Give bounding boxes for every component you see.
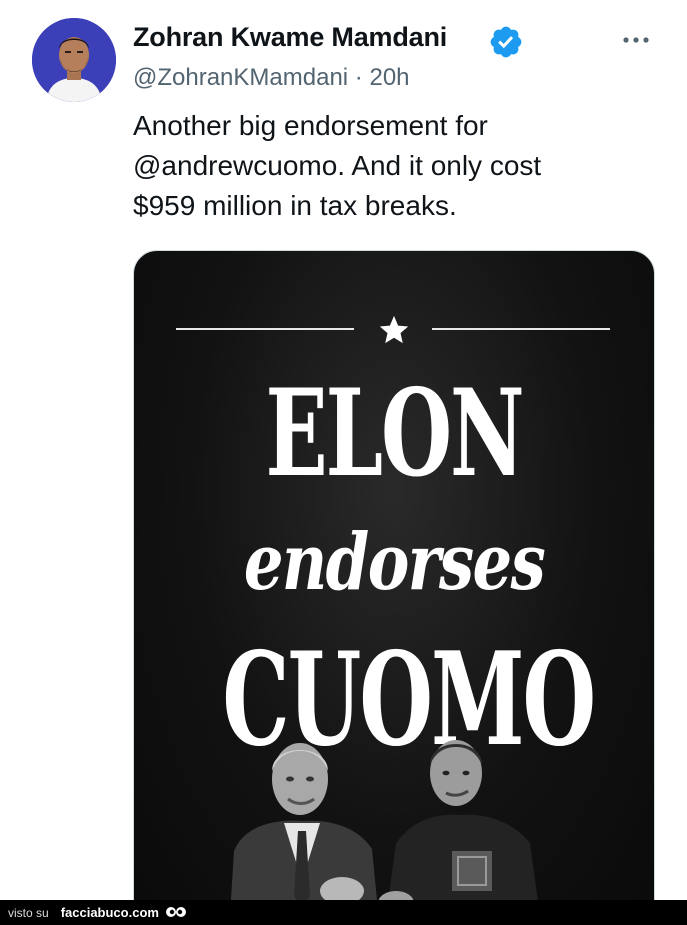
display-name[interactable]: Zohran Kwame Mamdani — [133, 22, 447, 53]
avatar[interactable] — [32, 18, 116, 102]
star-icon — [379, 315, 409, 344]
eyes-logo-icon — [165, 906, 186, 917]
photo-two-men — [229, 740, 542, 925]
more-options-icon[interactable] — [620, 28, 652, 52]
separator: · — [354, 64, 363, 91]
tweet-page: Zohran Kwame Mamdani @ZohranKMamdani · 2… — [0, 0, 687, 925]
divider-left — [176, 328, 354, 330]
headline-elon: ELON — [265, 363, 524, 504]
watermark-site[interactable]: facciabuco.com — [61, 905, 159, 920]
handle[interactable]: @ZohranKMamdani — [133, 64, 348, 91]
timestamp[interactable]: 20h — [369, 64, 409, 91]
divider-right — [432, 328, 610, 330]
tweet-text: Another big endorsement for @andrewcuomo… — [133, 106, 653, 226]
tweet-text-line: Another big endorsement for — [133, 110, 488, 141]
avatar-portrait — [32, 18, 116, 102]
handle-and-time: @ZohranKMamdani · 20h — [133, 64, 410, 92]
watermark-prefix: visto su — [8, 905, 49, 920]
tweet-text-line: $959 million in tax breaks. — [133, 190, 457, 221]
verified-badge-icon — [490, 26, 522, 58]
tweet-text-line[interactable]: @andrewcuomo. And it only cost — [133, 146, 653, 186]
tweet-image[interactable]: ELON endorses CUOMO — [133, 250, 655, 925]
watermark-bar: visto su facciabuco.com — [0, 900, 687, 925]
headline-endorses: endorses — [243, 517, 546, 608]
